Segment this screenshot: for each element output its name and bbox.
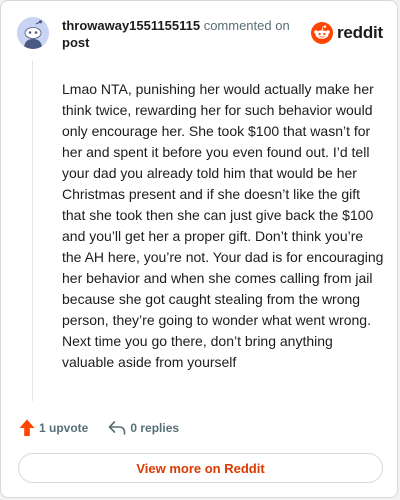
upvote-button[interactable]: 1 upvote [19, 419, 88, 437]
view-more-button[interactable]: View more on Reddit [18, 453, 383, 483]
username-link[interactable]: throwaway1551155115 [62, 18, 200, 33]
snoo-avatar-icon [17, 17, 49, 49]
reddit-brand[interactable]: reddit [311, 20, 383, 46]
post-link[interactable]: post [62, 34, 297, 51]
upvote-arrow-icon [19, 419, 35, 436]
upvote-count: 1 upvote [39, 421, 89, 435]
comment-action-text: commented on [203, 18, 290, 33]
reddit-logo-icon [311, 22, 333, 44]
reddit-wordmark: reddit [337, 23, 384, 42]
comment-body: Lmao NTA, punishing her would actually m… [62, 81, 384, 370]
comment-embed-card: throwaway1551155115 commented on post re… [0, 0, 398, 498]
reply-count: 0 replies [130, 421, 180, 435]
comment-header: throwaway1551155115 commented on post [62, 17, 297, 51]
comment-actions: 1 upvote 0 replies [19, 418, 179, 438]
thread-line [32, 61, 33, 401]
reply-arrow-icon [109, 421, 126, 435]
user-avatar[interactable] [17, 17, 49, 49]
reply-button[interactable]: 0 replies [108, 420, 179, 436]
